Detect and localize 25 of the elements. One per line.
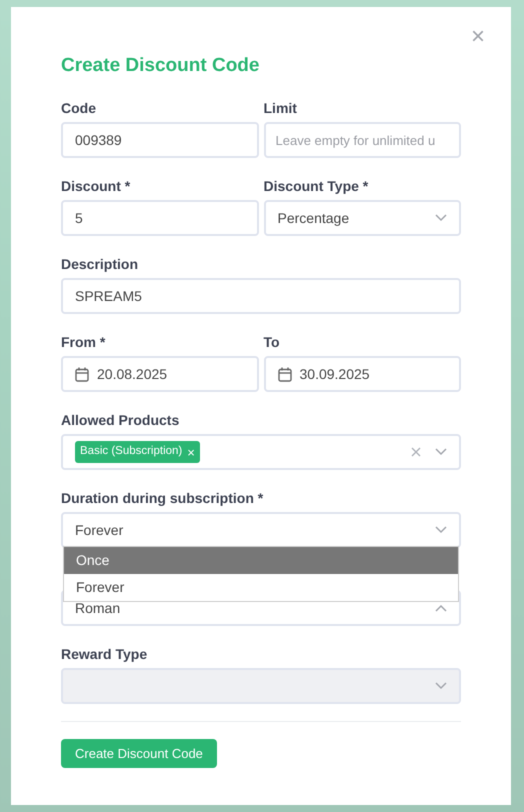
input-field[interactable]: 009389 [61, 122, 258, 158]
field-label: Discount * [61, 177, 132, 196]
field-label: Description [61, 255, 140, 274]
select-field[interactable]: Percentage [264, 200, 461, 236]
calendar-icon [278, 366, 292, 382]
tag-label: Basic (Subscription) [80, 444, 182, 460]
input-field[interactable]: 5 [61, 200, 258, 236]
field-label: Limit [264, 99, 298, 118]
field-label: Duration during subscription * [61, 489, 264, 508]
field-label: Allowed Products [61, 411, 180, 430]
select-field[interactable]: Forever [61, 512, 461, 548]
field-label: To [264, 333, 281, 352]
calendar-icon [75, 366, 89, 382]
chevron-down-icon [435, 448, 447, 456]
dialog-title: Create Discount Code [61, 54, 260, 78]
date-field[interactable]: 30.09.2025 [264, 356, 461, 392]
input-field[interactable]: SPREAM5 [61, 278, 461, 314]
field-label: Discount Type * [264, 177, 370, 196]
clear-icon [411, 447, 421, 457]
field-label: Reward Type [61, 645, 148, 664]
input-field[interactable]: Leave empty for unlimited u [264, 122, 461, 158]
field-label: Code [61, 99, 97, 118]
dropdown-option[interactable]: Once [64, 547, 458, 574]
date-field[interactable]: 20.08.2025 [61, 356, 258, 392]
field-label: From * [61, 333, 106, 352]
